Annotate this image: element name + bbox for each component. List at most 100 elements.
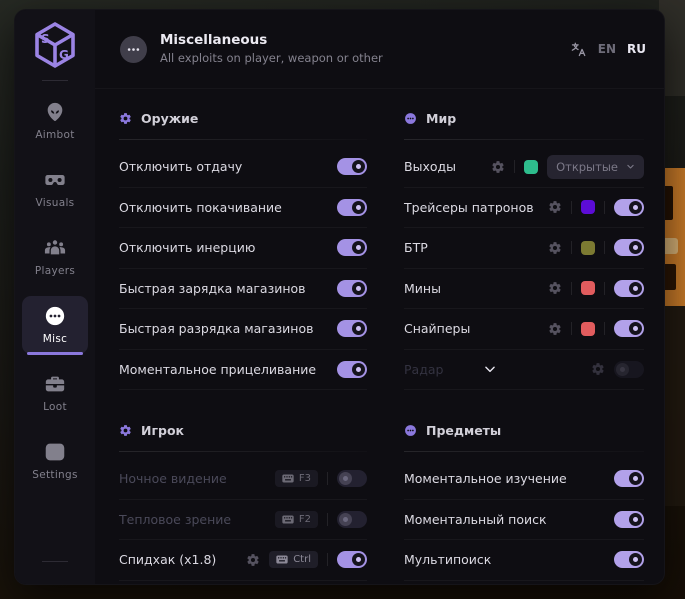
toggle-switch[interactable] — [614, 470, 644, 487]
gear-icon[interactable] — [548, 200, 562, 214]
list-icon — [44, 441, 66, 463]
column-left: Оружие Отключить отдачу Отключить покачи… — [119, 89, 367, 581]
gear-icon[interactable] — [548, 241, 562, 255]
option-label: Моментальное прицеливание — [119, 362, 316, 377]
toggle-switch[interactable] — [337, 199, 367, 216]
gear-icon — [119, 424, 132, 437]
sidebar-item-misc[interactable]: Misc — [22, 296, 88, 354]
toggle-switch[interactable] — [614, 320, 644, 337]
option-row-multisearch: Мультипоиск — [404, 540, 644, 581]
sidebar-item-label: Loot — [43, 401, 67, 413]
gear-icon[interactable] — [591, 362, 605, 376]
column-right: Мир Выходы Открытые — [404, 89, 644, 581]
sidebar-item-visuals[interactable]: Visuals — [22, 160, 88, 218]
toggle-switch[interactable] — [614, 361, 644, 378]
weapon-rows: Отключить отдачу Отключить покачивание О… — [119, 147, 367, 390]
toggle-switch[interactable] — [337, 511, 367, 528]
keyboard-icon — [282, 515, 294, 524]
hotkey-badge[interactable]: F3 — [275, 470, 318, 487]
sidebar-item-label: Aimbot — [35, 129, 74, 141]
keyboard-icon — [276, 555, 288, 564]
toggle-switch[interactable] — [337, 280, 367, 297]
option-row-fast-load: Быстрая зарядка магазинов — [119, 269, 367, 310]
sidebar-item-settings[interactable]: Settings — [22, 432, 88, 490]
dropdown-value: Открытые — [556, 160, 618, 174]
color-swatch[interactable] — [524, 160, 538, 174]
option-label: Снайперы — [404, 321, 470, 336]
control-separator — [571, 282, 572, 295]
option-row-no-recoil: Отключить отдачу — [119, 147, 367, 188]
toggle-switch[interactable] — [614, 239, 644, 256]
section-divider — [119, 139, 367, 140]
color-swatch[interactable] — [581, 200, 595, 214]
toggle-switch[interactable] — [337, 320, 367, 337]
section-title: Предметы — [426, 423, 501, 438]
control-separator — [514, 160, 515, 173]
option-row-bullet-tracers: Трейсеры патронов — [404, 188, 644, 229]
gear-icon[interactable] — [246, 553, 260, 567]
ellipsis-circle-icon — [120, 36, 147, 63]
toggle-switch[interactable] — [337, 158, 367, 175]
control-separator — [604, 241, 605, 254]
color-swatch[interactable] — [581, 322, 595, 336]
toggle-switch[interactable] — [614, 511, 644, 528]
exits-dropdown[interactable]: Открытые — [547, 155, 644, 179]
section-title: Мир — [426, 111, 456, 126]
option-row-thermal-vision: Тепловое зрение F2 — [119, 500, 367, 541]
content-area: Оружие Отключить отдачу Отключить покачи… — [95, 89, 664, 584]
hotkey-badge[interactable]: Ctrl — [269, 551, 318, 568]
gear-icon[interactable] — [548, 322, 562, 336]
page-title: Miscellaneous — [160, 34, 383, 48]
toggle-switch[interactable] — [337, 551, 367, 568]
section-player-header: Игрок — [119, 418, 367, 442]
toggle-switch[interactable] — [337, 470, 367, 487]
sidebar-item-loot[interactable]: Loot — [22, 364, 88, 422]
keyboard-icon — [282, 474, 294, 483]
gear-icon[interactable] — [548, 281, 562, 295]
toggle-switch[interactable] — [337, 239, 367, 256]
toggle-switch[interactable] — [614, 551, 644, 568]
sidebar: S G Aimbot Visuals Players Mi — [15, 10, 95, 584]
language-switcher: EN RU — [570, 41, 646, 58]
gear-icon[interactable] — [491, 160, 505, 174]
option-row-instant-search: Моментальный поиск — [404, 500, 644, 541]
control-separator — [571, 241, 572, 254]
control-separator — [571, 322, 572, 335]
dots-bubble-icon — [404, 424, 417, 437]
control-separator — [604, 201, 605, 214]
toggle-switch[interactable] — [337, 361, 367, 378]
page-header: Miscellaneous All exploits on player, we… — [95, 10, 664, 89]
sidebar-item-label: Settings — [32, 469, 77, 481]
color-swatch[interactable] — [581, 241, 595, 255]
option-label: Моментальный поиск — [404, 512, 547, 527]
sidebar-divider — [42, 80, 68, 81]
player-rows: Ночное видение F3 Тепловое зрение — [119, 459, 367, 581]
section-title: Игрок — [141, 423, 184, 438]
hotkey-label: Ctrl — [293, 554, 311, 565]
color-swatch[interactable] — [581, 281, 595, 295]
cheat-menu-window: S G Aimbot Visuals Players Mi — [14, 9, 665, 585]
toggle-switch[interactable] — [614, 280, 644, 297]
sidebar-item-players[interactable]: Players — [22, 228, 88, 286]
hotkey-badge[interactable]: F2 — [275, 511, 318, 528]
option-label: Быстрая зарядка магазинов — [119, 281, 306, 296]
lang-ru-button[interactable]: RU — [627, 42, 646, 56]
lang-en-button[interactable]: EN — [598, 42, 616, 56]
app-logo-cube-icon: S G — [33, 21, 77, 69]
briefcase-icon — [44, 373, 66, 395]
option-row-instant-ads: Моментальное прицеливание — [119, 350, 367, 391]
sidebar-item-aimbot[interactable]: Aimbot — [22, 92, 88, 150]
control-separator — [327, 472, 328, 485]
option-label: Отключить отдачу — [119, 159, 242, 174]
option-row-instant-examine: Моментальное изучение — [404, 459, 644, 500]
option-label: Отключить инерцию — [119, 240, 255, 255]
chevron-down-icon[interactable] — [483, 362, 497, 376]
option-row-speedhack: Спидхак (x1.8) Ctrl — [119, 540, 367, 581]
option-label: Тепловое зрение — [119, 512, 231, 527]
svg-text:G: G — [59, 48, 69, 62]
option-label: Моментальное изучение — [404, 471, 567, 486]
toggle-switch[interactable] — [614, 199, 644, 216]
page-subtitle: All exploits on player, weapon or other — [160, 53, 383, 65]
option-row-no-inertia: Отключить инерцию — [119, 228, 367, 269]
svg-text:S: S — [41, 32, 50, 46]
